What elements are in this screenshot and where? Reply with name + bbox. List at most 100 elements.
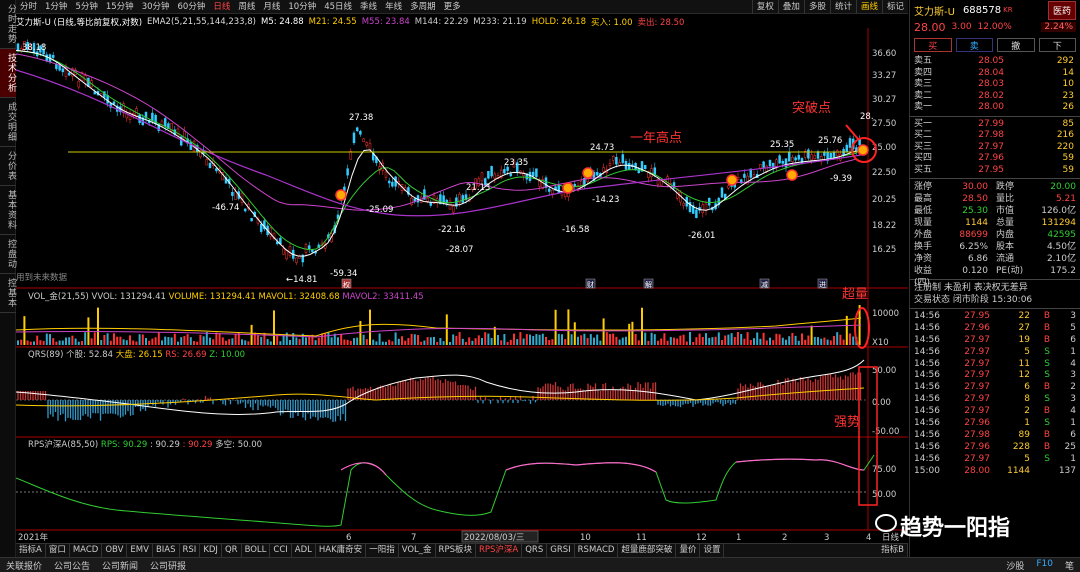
bids-row[interactable]: 买三 27.97 220 xyxy=(910,142,1080,154)
tick-time: 14:56 xyxy=(914,382,940,393)
trade-btn-2[interactable]: 撤 xyxy=(997,38,1035,52)
trade-btn-0[interactable]: 买 xyxy=(914,38,952,52)
vol-bar xyxy=(177,341,179,345)
date-right: 日线 xyxy=(882,532,900,543)
sector-pct: 2.24% xyxy=(1041,22,1076,32)
ind-tab-16[interactable]: RPS沪深A xyxy=(476,544,523,557)
candle-body xyxy=(621,154,625,164)
candle-body xyxy=(829,153,833,159)
left-tab-2[interactable]: 成交明细 xyxy=(0,98,16,147)
status-0[interactable]: 关联报价 xyxy=(0,559,48,572)
ind-tab-10[interactable]: CCI xyxy=(270,544,292,557)
bids-row[interactable]: 买五 27.95 59 xyxy=(910,165,1080,177)
ind-tab-0[interactable]: 指标A xyxy=(16,544,46,557)
vol-bar xyxy=(545,336,547,345)
vol-bar xyxy=(218,333,221,345)
left-tab-5[interactable]: 控盘动 xyxy=(0,235,16,274)
tick-row[interactable]: 14:56 27.96 1 S 1 xyxy=(910,418,1080,430)
candle-body xyxy=(791,156,794,162)
huge-volume-circle xyxy=(854,307,870,349)
ind-tab-11[interactable]: ADL xyxy=(292,544,316,557)
trade-btn-3[interactable]: 下 xyxy=(1038,38,1076,52)
vol-bar xyxy=(119,336,122,345)
book-label: 卖三 xyxy=(914,79,933,89)
status-r-0[interactable]: 沙股 xyxy=(1000,559,1030,572)
status-2[interactable]: 公司新闻 xyxy=(96,559,144,572)
vol-bar xyxy=(551,339,554,345)
ind-tab-8[interactable]: QR xyxy=(222,544,242,557)
tick-row[interactable]: 14:56 27.97 2 B 4 xyxy=(910,406,1080,418)
sector-tag[interactable]: 医药 xyxy=(1047,0,1076,20)
ind-tab-17[interactable]: QRS xyxy=(522,544,548,557)
bids-row[interactable]: 买一 27.99 85 xyxy=(910,119,1080,131)
vol-bar xyxy=(90,338,93,345)
tick-list[interactable]: 14:56 27.95 22 B 3 14:56 27.96 27 B 5 14:56 27.97 19… xyxy=(910,311,1080,477)
left-tab-6[interactable]: 控基本 xyxy=(0,274,16,313)
status-r-1[interactable]: F10 xyxy=(1030,559,1059,572)
tick-row[interactable]: 14:56 27.97 8 S 3 xyxy=(910,394,1080,406)
ind-tab-19[interactable]: RSMACD xyxy=(575,544,619,557)
ind-tab-22[interactable]: 设置 xyxy=(700,544,725,557)
ind-tab-21[interactable]: 量价 xyxy=(676,544,701,557)
tick-row[interactable]: 14:56 27.97 12 S 3 xyxy=(910,370,1080,382)
ind-tab-20[interactable]: 超量鹿部突破 xyxy=(618,544,677,557)
vol-bar xyxy=(788,336,791,345)
vol-bar xyxy=(541,333,544,345)
ind-tab-18[interactable]: GRSI xyxy=(547,544,575,557)
vol-bar xyxy=(369,309,371,345)
left-tab-0[interactable]: 分时走势 xyxy=(0,0,16,49)
stat-val: 30.00 xyxy=(962,182,988,192)
asks-row[interactable]: 卖三 28.03 10 xyxy=(910,79,1080,91)
status-1[interactable]: 公司公告 xyxy=(48,559,96,572)
tick-row[interactable]: 15:00 28.00 1144 137 xyxy=(910,466,1080,478)
ind-tab-b[interactable]: 指标B xyxy=(878,544,908,557)
tick-time: 14:56 xyxy=(914,322,940,333)
candle-body xyxy=(16,43,20,51)
status-3[interactable]: 公司研报 xyxy=(144,559,192,572)
left-tab-1[interactable]: 技术分析 xyxy=(0,49,16,98)
kline-svg[interactable]: 36.6033.2730.2727.5025.0022.5020.2518.22… xyxy=(16,0,908,543)
ind-tab-5[interactable]: BIAS xyxy=(153,544,180,557)
vol-bar xyxy=(49,334,51,345)
tick-row[interactable]: 14:56 27.95 22 B 3 xyxy=(910,311,1080,323)
tick-price: 27.96 xyxy=(964,441,990,452)
vol-bar xyxy=(759,338,762,345)
ind-tab-13[interactable]: 一阳指 xyxy=(366,544,399,557)
ind-tab-9[interactable]: BOLL xyxy=(242,544,271,557)
candle-body xyxy=(618,162,621,166)
asks-row[interactable]: 卖五 28.05 292 xyxy=(910,56,1080,68)
asks-row[interactable]: 卖一 28.00 26 xyxy=(910,102,1080,114)
tick-row[interactable]: 14:56 27.97 19 B 6 xyxy=(910,335,1080,347)
book-price: 28.04 xyxy=(978,67,1004,78)
price-tick: 27.50 xyxy=(872,119,896,129)
ind-tab-6[interactable]: RSI xyxy=(180,544,201,557)
tick-row[interactable]: 14:56 27.96 228 B 25 xyxy=(910,442,1080,454)
ind-tab-7[interactable]: KDJ xyxy=(200,544,222,557)
tick-row[interactable]: 14:56 27.97 11 S 4 xyxy=(910,359,1080,371)
candle-body xyxy=(487,171,490,179)
ind-tab-3[interactable]: OBV xyxy=(102,544,128,557)
ind-tab-14[interactable]: VOL_金 xyxy=(399,544,436,557)
tick-row[interactable]: 14:56 27.98 89 B 6 xyxy=(910,430,1080,442)
ind-tab-1[interactable]: 窗口 xyxy=(46,544,70,557)
trade-btn-1[interactable]: 卖 xyxy=(955,38,993,52)
tick-row[interactable]: 14:56 27.97 6 B 2 xyxy=(910,382,1080,394)
ind-tab-2[interactable]: MACD xyxy=(70,544,103,557)
bids-row[interactable]: 买二 27.98 216 xyxy=(910,130,1080,142)
status-r-2[interactable]: 笔 xyxy=(1059,559,1080,572)
tick-row[interactable]: 14:56 27.96 27 B 5 xyxy=(910,323,1080,335)
tick-qty: 8 xyxy=(1024,394,1030,405)
tick-row[interactable]: 14:56 27.97 5 S 1 xyxy=(910,454,1080,466)
tick-time: 14:56 xyxy=(914,406,940,417)
asks-row[interactable]: 卖二 28.02 23 xyxy=(910,91,1080,103)
rps-axis: 50.00 xyxy=(872,490,896,500)
left-tab-4[interactable]: 基本资料 xyxy=(0,186,16,235)
tick-row[interactable]: 14:56 27.97 5 S 1 xyxy=(910,347,1080,359)
ind-tab-15[interactable]: RPS板块 xyxy=(436,544,476,557)
asks-row[interactable]: 卖四 28.04 14 xyxy=(910,68,1080,80)
ind-tab-12[interactable]: HAK庸奇安 xyxy=(316,544,367,557)
vol-bar xyxy=(813,336,816,345)
left-tab-3[interactable]: 分价表 xyxy=(0,147,16,186)
bids-row[interactable]: 买四 27.96 59 xyxy=(910,153,1080,165)
ind-tab-4[interactable]: EMV xyxy=(127,544,153,557)
